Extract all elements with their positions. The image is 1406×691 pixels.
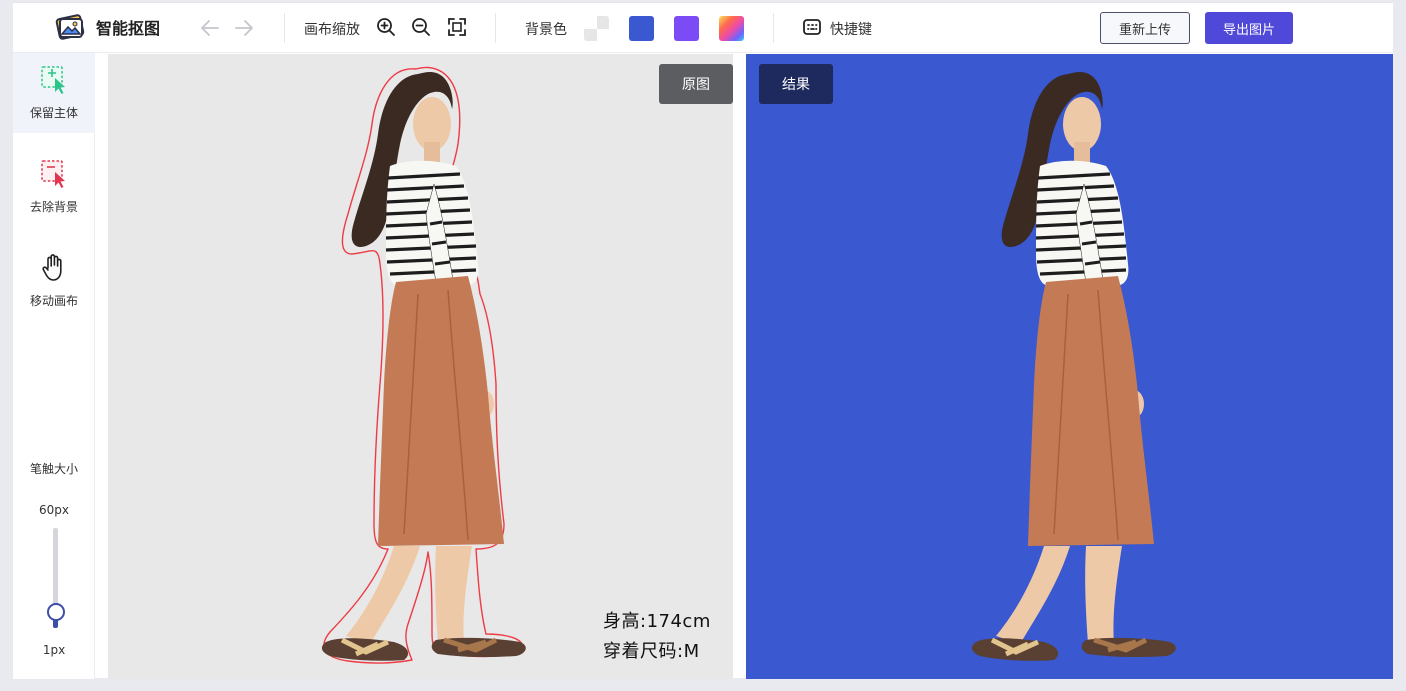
caption-height: 身高:174cm	[603, 611, 711, 632]
redo-arrow-icon[interactable]	[233, 17, 255, 39]
brush-max-label: 60px	[39, 503, 69, 517]
zoom-label: 画布缩放	[304, 22, 360, 38]
shortcut-label[interactable]: 快捷键	[830, 19, 872, 39]
keyboard-icon[interactable]	[802, 17, 822, 37]
brush-size-label: 笔触大小	[29, 462, 78, 476]
fit-screen-icon[interactable]	[446, 16, 468, 38]
bg-gradient-swatch[interactable]	[719, 16, 744, 41]
tool-sidebar: 保留主体 去除背景 移动画布 笔触大小 60px 1px	[13, 53, 95, 679]
toolbar-divider	[284, 13, 285, 43]
brush-min-label: 1px	[42, 643, 66, 657]
tool-remove-background[interactable]: 去除背景	[13, 147, 95, 227]
zoom-in-icon[interactable]	[375, 16, 397, 38]
brand: 智能抠图	[55, 13, 160, 41]
toolbar-divider	[495, 13, 496, 43]
model-photo-result	[971, 72, 1176, 661]
export-image-button[interactable]: 导出图片	[1205, 12, 1293, 44]
original-canvas[interactable]: 原图 身高:174cm 穿着尺码:M	[108, 54, 733, 679]
hand-icon	[42, 254, 62, 281]
keep-subject-icon	[41, 66, 65, 94]
caption-size: 穿着尺码:M	[603, 641, 700, 662]
background-color-label: 背景色	[525, 22, 567, 38]
bg-transparent-swatch[interactable]	[584, 16, 609, 41]
bg-purple-swatch[interactable]	[674, 16, 699, 41]
result-tag: 结果	[759, 64, 833, 104]
tool-label: 移动画布	[29, 294, 78, 308]
reupload-button[interactable]: 重新上传	[1100, 12, 1190, 44]
slider-handle[interactable]	[47, 603, 65, 621]
original-tag: 原图	[659, 64, 733, 104]
tool-label: 去除背景	[29, 200, 78, 214]
bg-blue-swatch[interactable]	[629, 16, 654, 41]
app-logo-icon	[55, 14, 85, 40]
app-window: 智能抠图 画布缩放 背景色 快捷键 重新上传 导出图片 保留主体 去除背景 移动…	[13, 2, 1393, 679]
tool-move-canvas[interactable]: 移动画布	[13, 241, 95, 321]
tool-keep-subject[interactable]: 保留主体	[13, 53, 95, 133]
model-photo-original	[321, 66, 526, 664]
app-title: 智能抠图	[96, 19, 161, 38]
remove-background-icon	[41, 160, 65, 188]
tool-label: 保留主体	[29, 106, 78, 120]
result-canvas[interactable]: 结果	[746, 54, 1393, 679]
undo-arrow-icon[interactable]	[199, 17, 221, 39]
zoom-out-icon[interactable]	[410, 16, 432, 38]
toolbar-divider	[773, 13, 774, 43]
toolbar: 智能抠图 画布缩放 背景色 快捷键 重新上传 导出图片	[13, 3, 1393, 53]
